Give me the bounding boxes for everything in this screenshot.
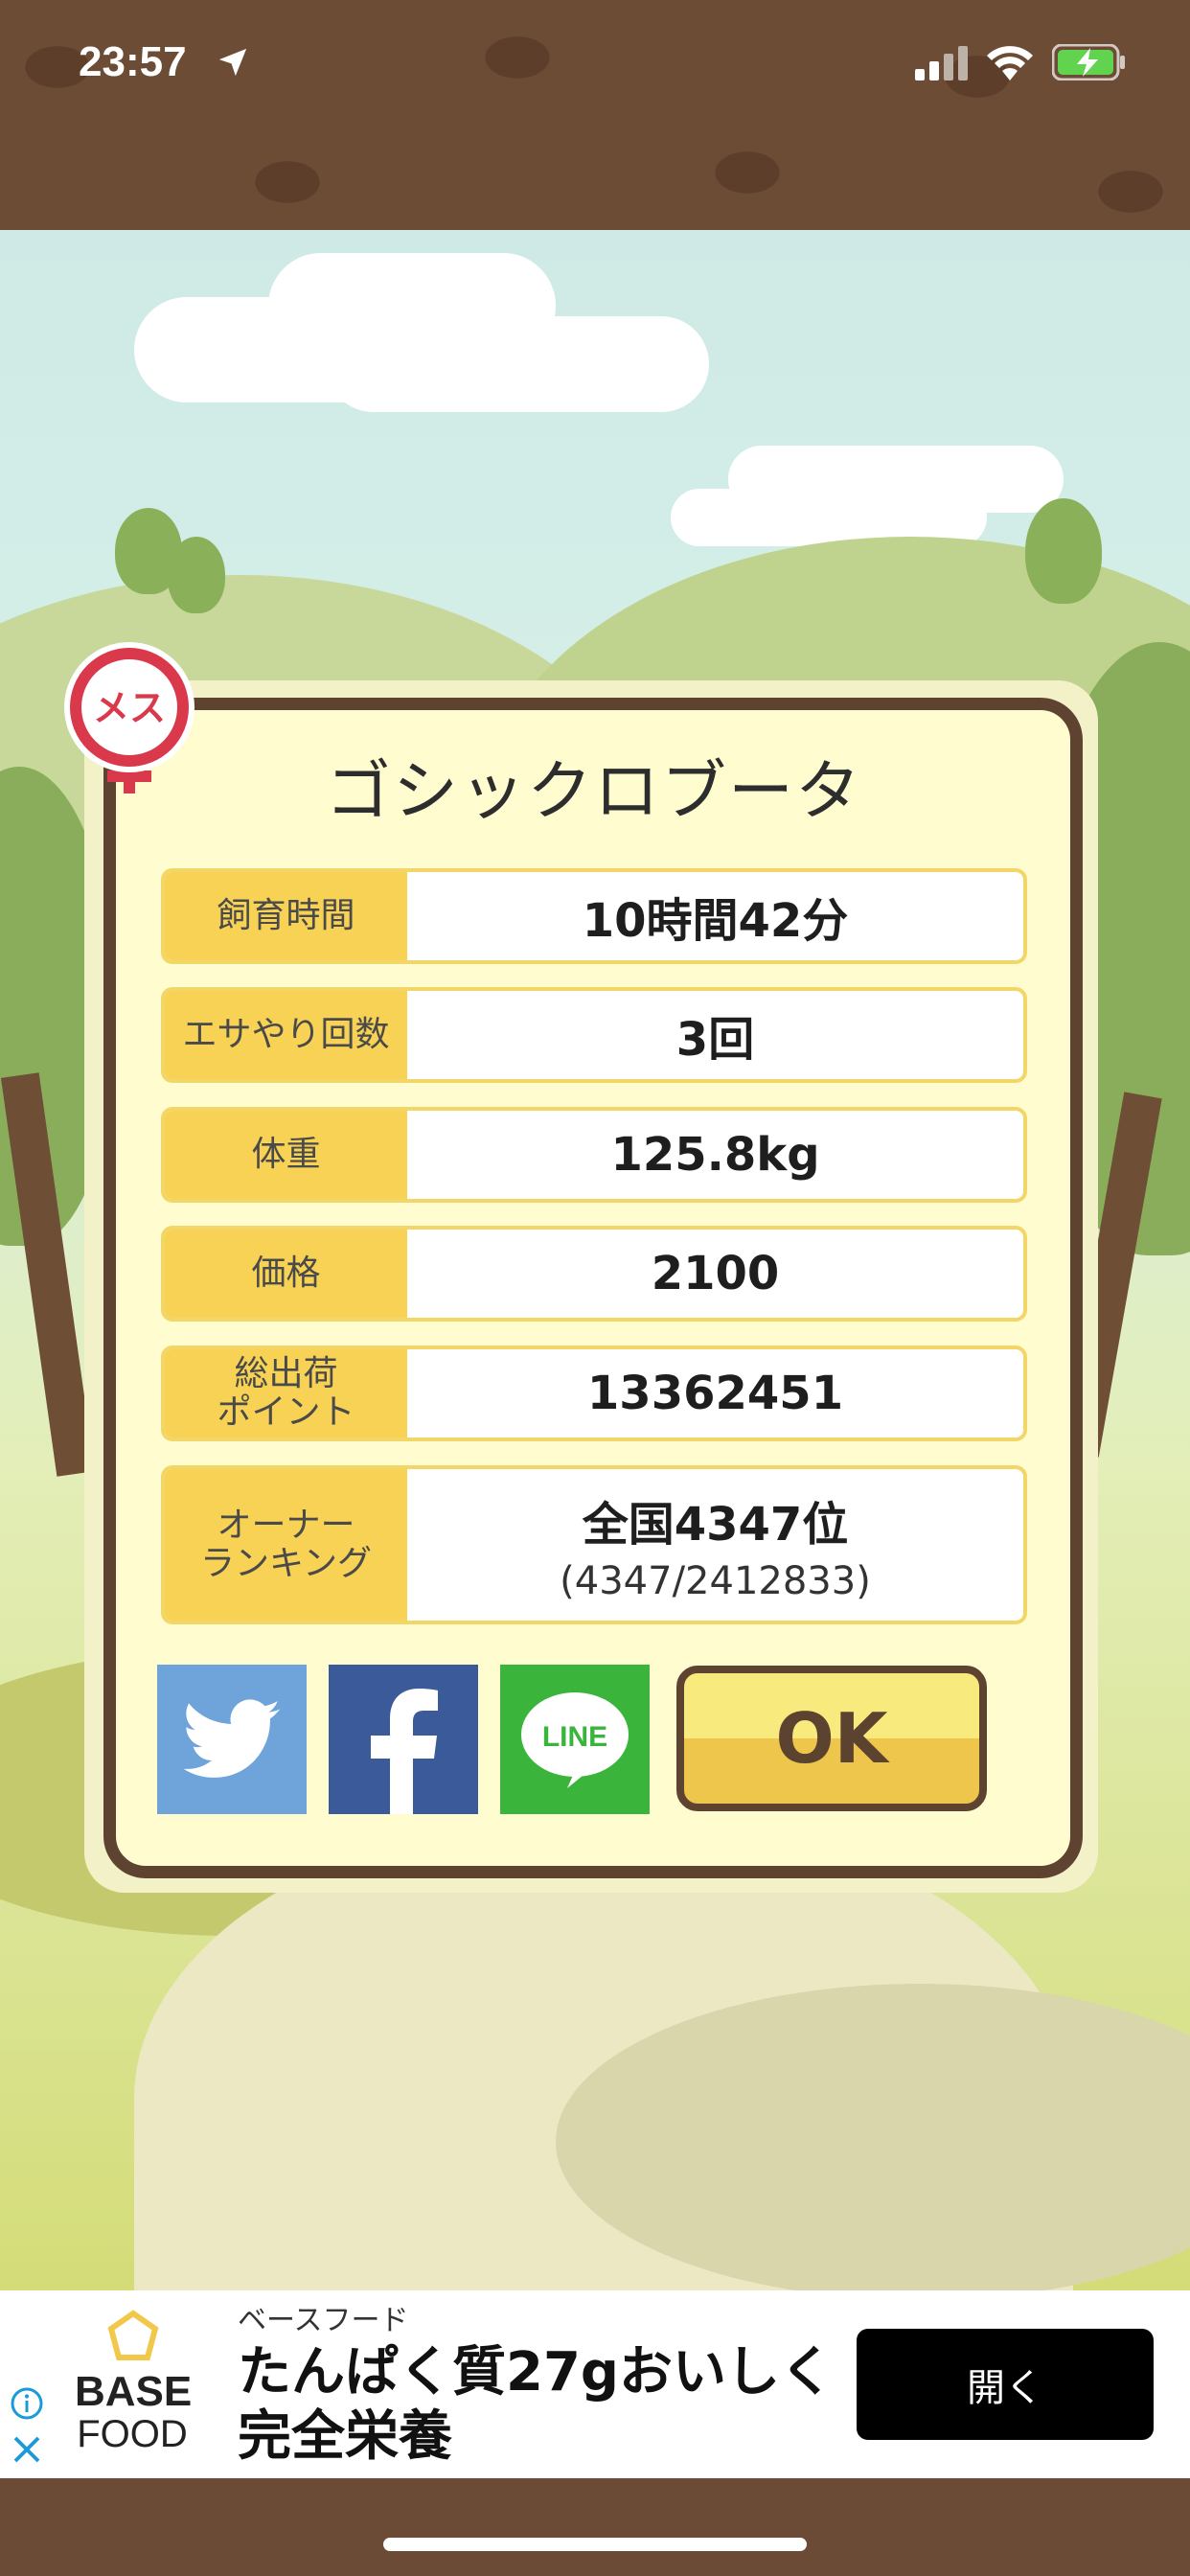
row-value: 13362451 <box>586 1367 844 1420</box>
row-label: 体重 <box>165 1111 407 1199</box>
tree <box>1025 498 1102 604</box>
row-value: 2100 <box>651 1247 780 1300</box>
info-row-owner-ranking: オーナー ランキング 全国4347位 (4347/2412833) <box>161 1465 1027 1624</box>
ad-logo-line2: FOOD <box>77 2413 188 2455</box>
svg-text:LINE: LINE <box>542 1721 607 1753</box>
row-value: 全国4347位 (4347/2412833) <box>407 1469 1023 1621</box>
pentagon-logo-icon <box>107 2310 159 2360</box>
status-bar: 23:57 <box>0 0 1190 230</box>
row-label: オーナー ランキング <box>165 1469 407 1621</box>
ad-logo: BASE FOOD <box>75 2310 193 2463</box>
location-arrow-icon <box>218 48 247 77</box>
info-row-feed-count: エサやり回数 3回 <box>161 987 1027 1083</box>
pig-name-title: ゴシックロブータ <box>325 754 862 830</box>
home-indicator[interactable] <box>383 2538 807 2551</box>
ad-logo-line1: BASE <box>75 2368 193 2415</box>
badge-text: メス <box>93 687 166 729</box>
info-row-shipping-points: 総出荷 ポイント 13362451 <box>161 1346 1027 1441</box>
cloud <box>728 446 1064 513</box>
tree <box>168 537 225 613</box>
row-value: 10時間42分 <box>582 894 849 948</box>
cloud <box>326 316 709 412</box>
ok-button[interactable]: OK <box>676 1666 987 1811</box>
row-label: 飼育時間 <box>165 872 407 960</box>
row-label: 価格 <box>165 1230 407 1318</box>
line-share-button[interactable]: LINE <box>500 1665 650 1814</box>
info-row-price: 価格 2100 <box>161 1226 1027 1322</box>
row-value: 3回 <box>675 1013 755 1067</box>
info-row-weight: 体重 125.8kg <box>161 1107 1027 1203</box>
status-time: 23:57 <box>79 38 187 85</box>
ad-headline: たんぱく質27gおいしく 完全栄養 <box>238 2341 835 2469</box>
wifi-icon <box>987 46 1033 80</box>
twitter-share-button[interactable] <box>157 1665 307 1814</box>
info-icon[interactable] <box>10 2386 44 2421</box>
battery-charging-icon <box>1052 44 1125 80</box>
line-bubble-icon: LINE <box>521 1692 629 1788</box>
ranking-value: 全国4347位 <box>582 1498 849 1552</box>
twitter-bird-icon <box>183 1699 281 1778</box>
signal-icon <box>915 46 968 80</box>
row-value: 125.8kg <box>610 1128 820 1182</box>
ranking-detail: (4347/2412833) <box>560 1559 871 1603</box>
facebook-f-icon <box>371 1689 438 1814</box>
row-label: 総出荷 ポイント <box>165 1349 407 1438</box>
row-label: エサやり回数 <box>165 991 407 1079</box>
ad-banner[interactable]: BASE FOOD ベースフード たんぱく質27gおいしく 完全栄養 開く <box>0 2290 1190 2478</box>
ad-advertiser: ベースフード <box>238 2304 409 2337</box>
ad-open-button[interactable]: 開く <box>857 2329 1154 2440</box>
info-row-breeding-time: 飼育時間 10時間42分 <box>161 868 1027 964</box>
facebook-share-button[interactable] <box>329 1665 478 1814</box>
close-icon[interactable] <box>10 2432 44 2467</box>
